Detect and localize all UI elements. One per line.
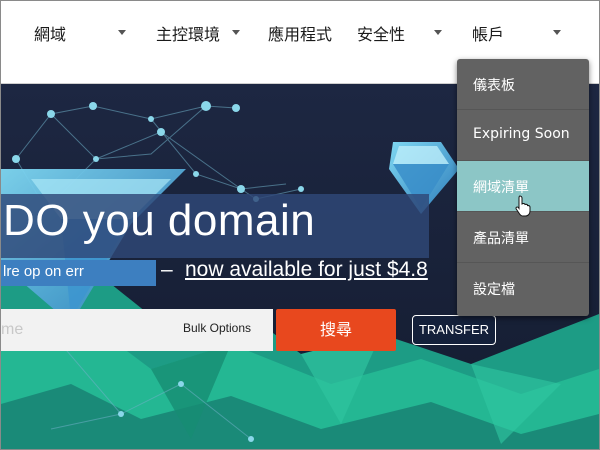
- account-dropdown-menu: 儀表板 Expiring Soon 網域清單 產品清單 設定檔: [457, 59, 589, 316]
- nav-item-label: 網域: [34, 25, 67, 44]
- nav-item-domains[interactable]: 網域: [34, 21, 66, 45]
- domain-search-box: Bulk Options: [1, 309, 273, 351]
- chevron-down-icon[interactable]: [232, 30, 240, 35]
- menu-item-product-list[interactable]: 產品清單: [457, 212, 589, 263]
- bulk-options-link[interactable]: Bulk Options: [183, 321, 251, 335]
- menu-item-label: 儀表板: [473, 78, 515, 94]
- nav-item-label: 安全性: [357, 25, 406, 44]
- menu-item-label: 產品清單: [473, 231, 529, 247]
- menu-item-profile[interactable]: 設定檔: [457, 263, 589, 314]
- nav-item-label: 帳戶: [472, 25, 505, 44]
- nav-item-account[interactable]: 帳戶: [472, 21, 504, 45]
- menu-item-dashboard[interactable]: 儀表板: [457, 59, 589, 110]
- chevron-down-icon[interactable]: [434, 30, 442, 35]
- transfer-button[interactable]: TRANSFER: [412, 315, 496, 345]
- search-button[interactable]: 搜尋: [276, 309, 396, 351]
- hand-pointer-icon: [515, 195, 531, 217]
- browser-frame: 網域 主控環境 應用程式 安全性 帳戶 DO you domain lre op…: [0, 0, 600, 450]
- hero-headline: DO you domain: [3, 196, 316, 245]
- nav-item-hosting[interactable]: 主控環境: [156, 21, 220, 45]
- nav-item-security[interactable]: 安全性: [357, 21, 405, 45]
- promo-link[interactable]: now available for just $4.8: [185, 258, 428, 282]
- domain-search-input[interactable]: [1, 309, 171, 351]
- nav-item-label: 主控環境: [156, 25, 221, 44]
- chevron-down-icon[interactable]: [553, 30, 561, 35]
- hero-tagline: lre op on err: [3, 263, 84, 280]
- menu-item-expiring-soon[interactable]: Expiring Soon: [457, 110, 589, 161]
- nav-item-apps[interactable]: 應用程式: [268, 21, 332, 45]
- nav-item-label: 應用程式: [268, 25, 333, 44]
- promo-dash: –: [161, 258, 173, 281]
- chevron-down-icon[interactable]: [118, 30, 126, 35]
- menu-item-label: Expiring Soon: [473, 126, 570, 142]
- menu-item-label: 設定檔: [473, 282, 515, 298]
- menu-item-label: 網域清單: [473, 180, 529, 196]
